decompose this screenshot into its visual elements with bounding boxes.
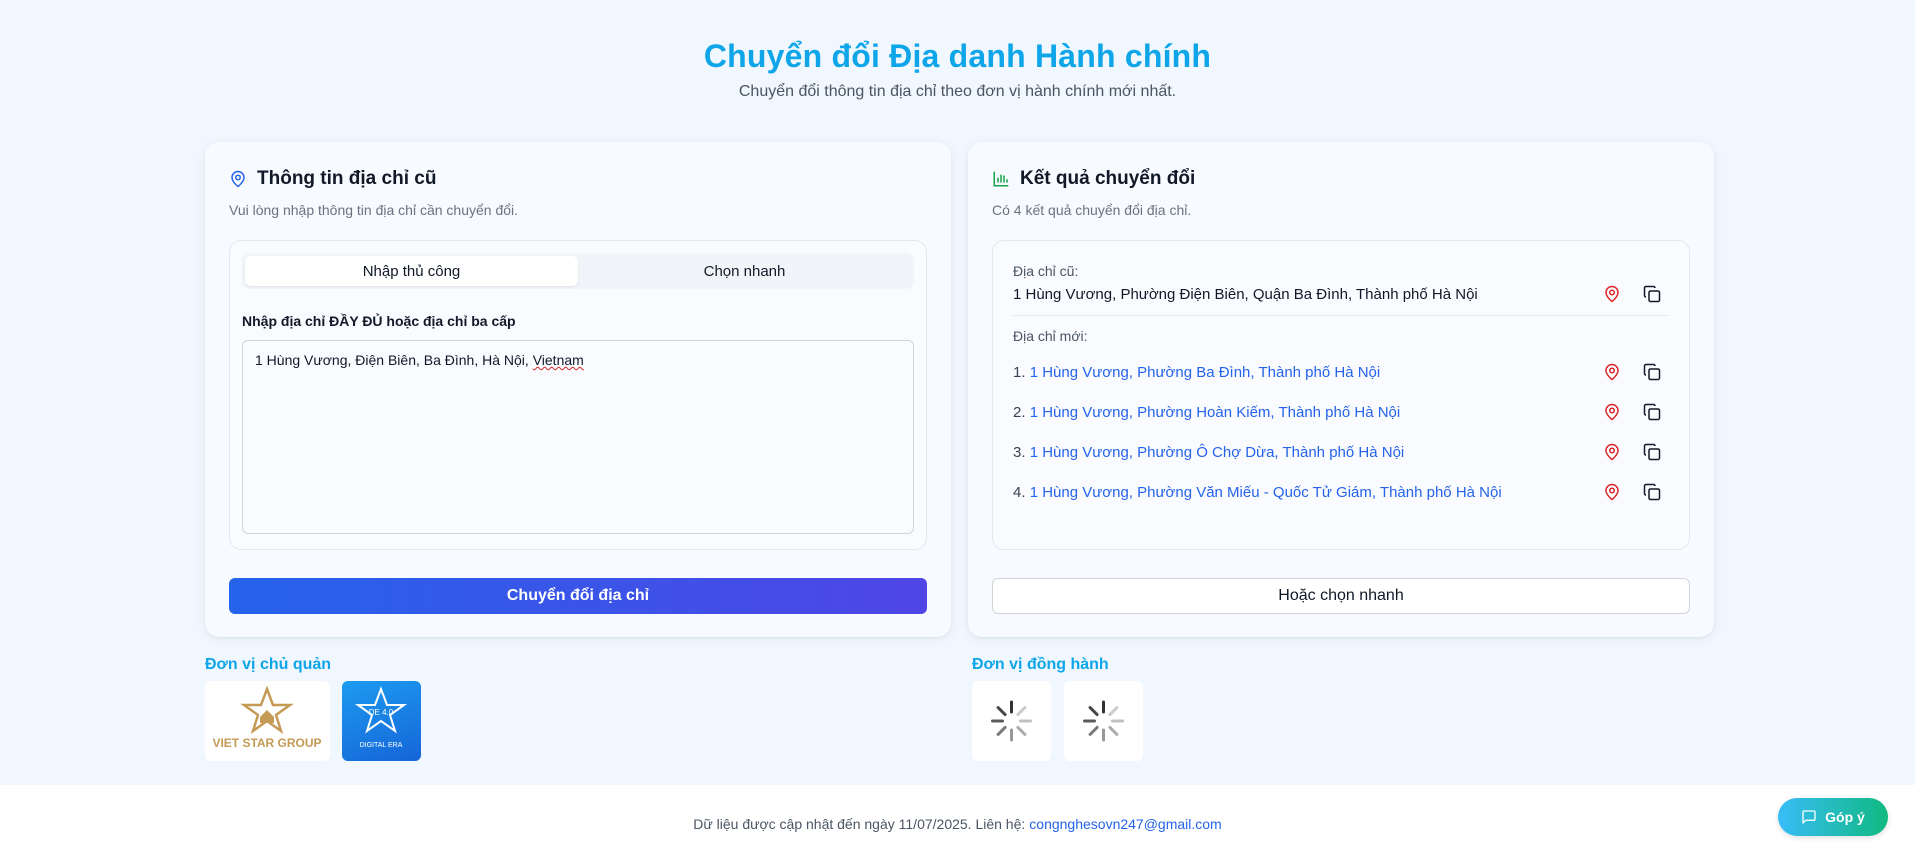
old-address-label: Địa chỉ cũ: (1013, 263, 1079, 279)
feedback-label: Góp ý (1825, 809, 1865, 825)
old-address-value: 1 Hùng Vương, Phường Điện Biên, Quận Ba … (1013, 285, 1478, 303)
result-card-title: Kết quả chuyển đổi (992, 168, 1690, 190)
result-title-text: Kết quả chuyển đổi (1020, 168, 1196, 189)
digital-era-logo-text: DIGITAL ERA (360, 742, 403, 749)
footer-text: Dữ liệu được cập nhật đến ngày 11/07/202… (693, 816, 1026, 832)
address-input[interactable]: 1 Hùng Vương, Điện Biên, Ba Đình, Hà Nội… (242, 340, 914, 534)
map-pin-icon[interactable] (1603, 443, 1621, 461)
result-box: Địa chỉ cũ: 1 Hùng Vương, Phường Điện Bi… (992, 240, 1690, 550)
bar-chart-icon (993, 171, 1009, 187)
map-pin-icon[interactable] (1603, 403, 1621, 421)
partner-logo-loading (1064, 681, 1143, 761)
new-address-link[interactable]: 1 Hùng Vương, Phường Văn Miếu - Quốc Tử … (1030, 484, 1502, 501)
old-address-form: Nhập thủ công Chọn nhanh Nhập địa chỉ ĐẦ… (229, 240, 927, 550)
map-pin-icon[interactable] (1603, 285, 1621, 303)
new-address-item: 2. 1 Hùng Vương, Phường Hoàn Kiếm, Thành… (1013, 392, 1669, 432)
old-address-card-title: Thông tin địa chỉ cũ (229, 168, 927, 190)
page-header: Chuyển đổi Địa danh Hành chính Chuyển đổ… (0, 0, 1915, 101)
viet-star-logo-text: VIET STAR GROUP (212, 736, 321, 750)
spinner-icon (991, 700, 1032, 742)
result-card: Kết quả chuyển đổi Có 4 kết quả chuyển đ… (968, 142, 1714, 637)
new-address-link[interactable]: 1 Hùng Vương, Phường Ba Đình, Thành phố … (1030, 364, 1381, 381)
copy-icon[interactable] (1643, 285, 1661, 303)
page-subtitle: Chuyển đổi thông tin địa chỉ theo đơn vị… (738, 83, 1177, 100)
contact-email-link[interactable]: congnghesovn247@gmail.com (1029, 816, 1221, 832)
new-address-item: 1. 1 Hùng Vương, Phường Ba Đình, Thành p… (1013, 352, 1669, 392)
old-address-card: Thông tin địa chỉ cũ Vui lòng nhập thông… (205, 142, 951, 637)
new-address-index: 2. (1013, 403, 1026, 421)
new-address-item: 3. 1 Hùng Vương, Phường Ô Chợ Dừa, Thành… (1013, 432, 1669, 472)
result-description: Có 4 kết quả chuyển đổi địa chỉ. (992, 202, 1192, 218)
address-field-label: Nhập địa chỉ ĐẦY ĐỦ hoặc địa chỉ ba cấp (242, 313, 516, 329)
divider (1013, 315, 1669, 316)
copy-icon[interactable] (1643, 483, 1661, 501)
map-pin-icon[interactable] (1603, 483, 1621, 501)
address-input-text: 1 Hùng Vương, Điện Biên, Ba Đình, Hà Nội… (255, 352, 533, 368)
new-address-item: 4. 1 Hùng Vương, Phường Văn Miếu - Quốc … (1013, 472, 1669, 512)
address-input-misspelled-word: Vietnam (532, 352, 584, 368)
tab-manual-input[interactable]: Nhập thủ công (245, 256, 578, 286)
new-address-index: 1. (1013, 363, 1026, 381)
new-address-index: 3. (1013, 443, 1026, 461)
quick-pick-button[interactable]: Hoặc chọn nhanh (992, 578, 1690, 614)
digital-era-logo[interactable]: DE 4.0 DIGITAL ERA (342, 681, 421, 761)
owner-unit-label: Đơn vị chủ quản (205, 656, 332, 673)
new-address-label: Địa chỉ mới: (1013, 328, 1088, 344)
copy-icon[interactable] (1643, 363, 1661, 381)
copy-icon[interactable] (1643, 443, 1661, 461)
map-pin-icon (231, 170, 245, 188)
old-address-description: Vui lòng nhập thông tin địa chỉ cần chuy… (229, 202, 519, 218)
new-address-link[interactable]: 1 Hùng Vương, Phường Ô Chợ Dừa, Thành ph… (1030, 444, 1405, 461)
input-mode-tabs: Nhập thủ công Chọn nhanh (242, 253, 914, 289)
new-address-link[interactable]: 1 Hùng Vương, Phường Hoàn Kiếm, Thành ph… (1030, 404, 1401, 421)
new-address-index: 4. (1013, 483, 1026, 501)
partner-logo-loading (972, 681, 1051, 761)
tab-quick-select[interactable]: Chọn nhanh (578, 256, 911, 286)
partner-unit-label: Đơn vị đồng hành (972, 656, 1109, 673)
copy-icon[interactable] (1643, 403, 1661, 421)
old-address-row: 1 Hùng Vương, Phường Điện Biên, Quận Ba … (1013, 285, 1669, 303)
old-address-title-text: Thông tin địa chỉ cũ (257, 168, 437, 189)
message-icon (1802, 810, 1816, 824)
map-pin-icon[interactable] (1603, 363, 1621, 381)
footer: Dữ liệu được cập nhật đến ngày 11/07/202… (0, 785, 1915, 863)
digital-era-logo-mark: DE 4.0 (369, 708, 394, 717)
spinner-icon (1083, 700, 1124, 742)
viet-star-group-logo[interactable]: VIET STAR GROUP (205, 681, 330, 761)
convert-address-button[interactable]: Chuyển đổi địa chỉ (229, 578, 927, 614)
feedback-button[interactable]: Góp ý (1778, 798, 1888, 836)
page-title: Chuyển đổi Địa danh Hành chính (703, 38, 1212, 74)
